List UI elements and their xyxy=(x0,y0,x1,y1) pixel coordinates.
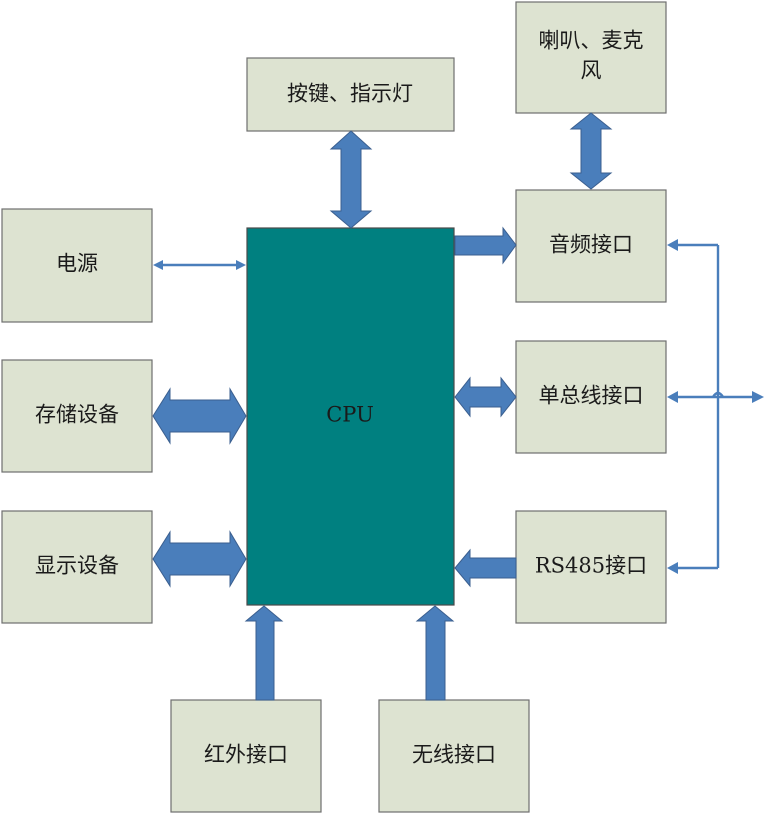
single-bus-arrowhead xyxy=(667,391,678,403)
speaker-audio-arrow xyxy=(569,112,613,190)
storage-label: 存储设备 xyxy=(35,403,119,427)
rs485-cpu-arrow xyxy=(454,548,517,588)
display-cpu-arrow xyxy=(152,530,247,588)
audio-interface-label: 音频接口 xyxy=(549,233,633,257)
rs485-bus-arrowhead xyxy=(667,562,678,574)
rs485-interface-label: RS485接口 xyxy=(535,554,647,578)
wireless-cpu-arrow xyxy=(415,605,455,701)
wireless-interface-label: 无线接口 xyxy=(412,743,496,767)
infrared-cpu-arrow xyxy=(244,605,284,701)
speaker-mic-label-line1: 喇叭、麦克 xyxy=(539,29,644,53)
keys-cpu-arrow xyxy=(329,130,373,229)
system-block-diagram: 喇叭、麦克 风 按键、指示灯 电源 存储设备 显示设备 音频接口 单总线接口 R… xyxy=(1,1,764,813)
storage-cpu-arrow xyxy=(152,387,247,445)
power-arrowhead-left xyxy=(153,260,163,270)
speaker-mic-box xyxy=(515,1,667,114)
audio-bus-arrowhead xyxy=(667,239,678,251)
cpu-single-bus-arrow xyxy=(454,376,517,418)
infrared-interface-label: 红外接口 xyxy=(204,743,288,767)
speaker-mic-label-line2: 风 xyxy=(581,59,602,83)
power-label: 电源 xyxy=(56,252,98,276)
display-label: 显示设备 xyxy=(35,554,119,578)
cpu-label: CPU xyxy=(326,403,374,427)
keys-leds-label: 按键、指示灯 xyxy=(287,82,413,106)
single-bus-interface-label: 单总线接口 xyxy=(539,384,644,408)
power-arrowhead-right xyxy=(236,260,246,270)
cpu-audio-arrow xyxy=(454,226,517,265)
bus-external-arrowhead xyxy=(752,391,764,403)
